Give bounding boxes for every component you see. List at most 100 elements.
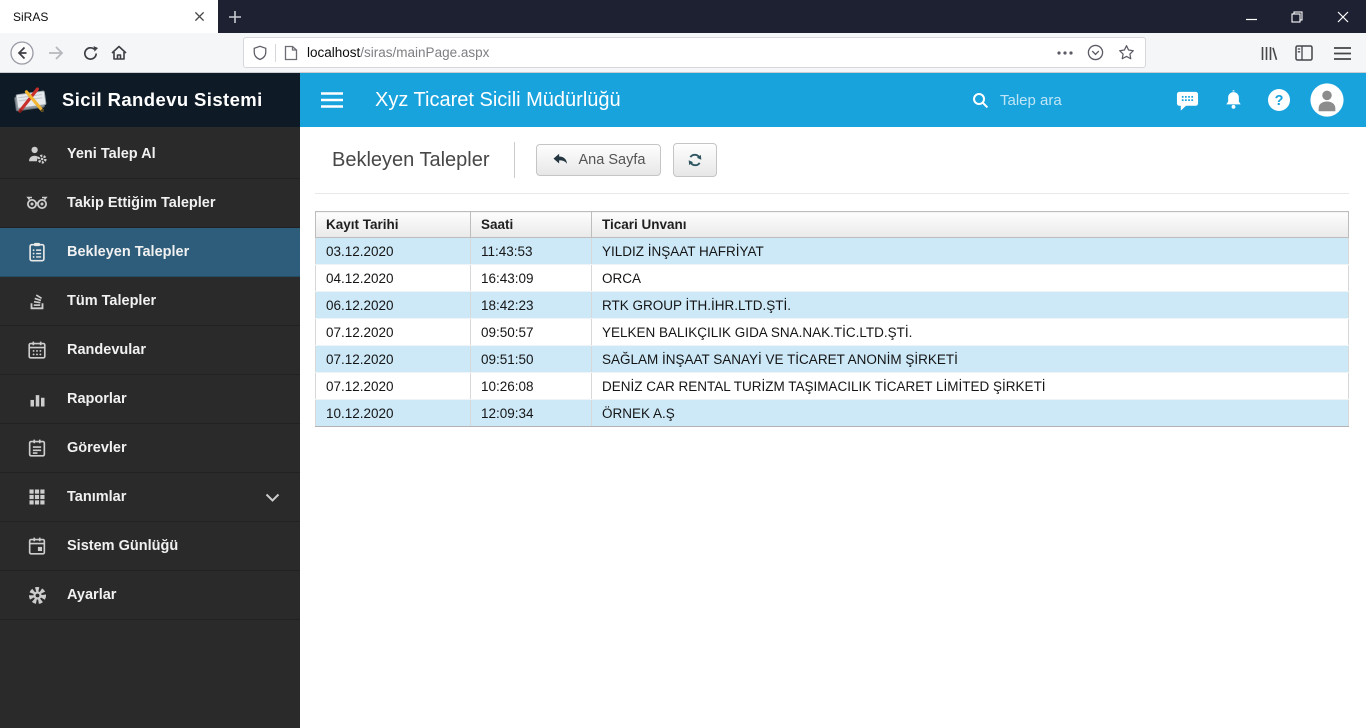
sidebar-item-tanimlar[interactable]: Tanımlar [0,473,300,522]
table-row[interactable]: 03.12.2020 11:43:53 YILDIZ İNŞAAT HAFRİY… [315,237,1349,265]
cell-company: RTK GROUP İTH.İHR.LTD.ŞTİ. [591,291,1349,319]
svg-text:?: ? [1275,93,1284,109]
binoculars-icon [25,191,49,215]
sidebar-item-label: Raporlar [67,391,127,407]
app-header: Xyz Ticaret Sicili Müdürlüğü ? [300,73,1366,127]
page-info-icon[interactable] [284,45,298,61]
cell-company: YILDIZ İNŞAAT HAFRİYAT [591,237,1349,265]
menu-hamburger-icon[interactable] [1326,37,1358,69]
library-icon[interactable] [1253,37,1285,69]
firefox-window: SiRAS localhost/siras/mainPage.aspx Sici… [0,0,1366,728]
reply-arrow-icon [553,153,567,164]
bar-chart-icon [25,387,49,411]
user-add-icon [25,142,49,166]
brand-title: Sicil Randevu Sistemi [62,89,263,110]
search-input[interactable] [1000,91,1130,109]
tab-title: SiRAS [13,9,49,24]
shield-icon[interactable] [252,45,268,61]
home-button[interactable] [103,37,135,69]
content-header: Bekleyen Talepler Ana Sayfa [315,127,1349,194]
table-row[interactable]: 10.12.2020 12:09:34 ÖRNEK A.Ş [315,399,1349,427]
calendar-icon [25,338,49,362]
sidebar-item-label: Bekleyen Talepler [67,244,190,260]
chevron-down-icon [265,493,280,502]
column-header-kayit-tarihi[interactable]: Kayıt Tarihi [315,211,471,238]
bookmark-star-icon[interactable] [1118,44,1135,61]
cell-time: 11:43:53 [470,237,592,265]
notepad-pencil-logo-icon [14,87,47,113]
app-logo: Sicil Randevu Sistemi [0,73,300,127]
content-area: Bekleyen Talepler Ana Sayfa Kayıt Tarihi… [300,127,1366,728]
search-box [971,91,1130,110]
grid-icon [25,485,49,509]
sidebar-item-tum-talepler[interactable]: Tüm Talepler [0,277,300,326]
cell-company: ORCA [591,264,1349,292]
cell-company: YELKEN BALIKÇILIK GIDA SNA.NAK.TİC.LTD.Ş… [591,318,1349,346]
minimize-button[interactable] [1228,0,1274,33]
search-icon[interactable] [971,91,990,110]
sidebar-item-raporlar[interactable]: Raporlar [0,375,300,424]
sidebar-menu: Yeni Talep Al Takip Ettiğim Talepler Bek… [0,127,300,620]
cell-date: 10.12.2020 [315,399,471,427]
page-actions-icon[interactable] [1057,50,1073,55]
pending-requests-table: Kayıt Tarihi Saati Ticari Unvanı 03.12.2… [315,211,1349,427]
sidebar-item-yeni-talep-al[interactable]: Yeni Talep Al [0,130,300,179]
sidebar-item-label: Tanımlar [67,489,127,505]
tasks-icon [25,436,49,460]
table-row[interactable]: 04.12.2020 16:43:09 ORCA [315,264,1349,292]
cell-company: SAĞLAM İNŞAAT SANAYİ VE TİCARET ANONİM Ş… [591,345,1349,373]
new-tab-button[interactable] [218,0,252,33]
refresh-icon [689,153,702,167]
home-page-button[interactable]: Ana Sayfa [535,144,662,176]
sidebar-item-takip-ettigim-talepler[interactable]: Takip Ettiğim Talepler [0,179,300,228]
sidebar-item-label: Görevler [67,440,127,456]
restore-button[interactable] [1274,0,1320,33]
sidebar-item-gorevler[interactable]: Görevler [0,424,300,473]
table-row[interactable]: 07.12.2020 10:26:08 DENİZ CAR RENTAL TUR… [315,372,1349,400]
window-controls [1228,0,1366,33]
sidebar-item-label: Yeni Talep Al [67,146,156,162]
refresh-button[interactable] [673,143,718,177]
gear-icon [25,583,49,607]
forward-button[interactable] [40,37,72,69]
cell-date: 07.12.2020 [315,318,471,346]
sidebar-item-label: Takip Ettiğim Talepler [67,195,216,211]
cell-time: 09:51:50 [470,345,592,373]
column-header-ticari-unvani[interactable]: Ticari Unvanı [591,211,1349,238]
pending-requests-table-wrap: Kayıt Tarihi Saati Ticari Unvanı 03.12.2… [315,211,1349,427]
pocket-icon[interactable] [1087,44,1104,61]
browser-tab[interactable]: SiRAS [0,0,218,33]
sidebar-item-randevular[interactable]: Randevular [0,326,300,375]
sidebar-item-ayarlar[interactable]: Ayarlar [0,571,300,620]
sidebar-item-sistem-gunlugu[interactable]: Sistem Günlüğü [0,522,300,571]
user-avatar[interactable] [1310,83,1344,117]
cell-time: 16:43:09 [470,264,592,292]
tab-close-icon[interactable] [189,7,209,27]
cell-date: 07.12.2020 [315,372,471,400]
table-row[interactable]: 07.12.2020 09:50:57 YELKEN BALIKÇILIK GI… [315,318,1349,346]
notifications-bell-icon[interactable] [1216,83,1250,117]
close-button[interactable] [1320,0,1366,33]
table-row[interactable]: 07.12.2020 09:51:50 SAĞLAM İNŞAAT SANAYİ… [315,345,1349,373]
sidebar-item-bekleyen-talepler[interactable]: Bekleyen Talepler [0,228,300,277]
table-row[interactable]: 06.12.2020 18:42:23 RTK GROUP İTH.İHR.LT… [315,291,1349,319]
sidebar-toggle-icon[interactable] [1288,37,1320,69]
column-header-saati[interactable]: Saati [470,211,592,238]
cell-date: 07.12.2020 [315,345,471,373]
browser-toolbar: localhost/siras/mainPage.aspx [0,33,1366,73]
browser-titlebar: SiRAS [0,0,1366,33]
help-icon[interactable]: ? [1262,83,1296,117]
stack-icon [25,289,49,313]
sidebar-item-label: Sistem Günlüğü [67,538,179,554]
reload-button[interactable] [74,37,106,69]
url-bar[interactable]: localhost/siras/mainPage.aspx [243,37,1146,68]
cell-time: 18:42:23 [470,291,592,319]
url-path: /siras/mainPage.aspx [360,45,490,60]
url-host: localhost [307,45,361,60]
cell-time: 12:09:34 [470,399,592,427]
messages-icon[interactable] [1170,83,1204,117]
page-title: Bekleyen Talepler [332,148,490,171]
table-header-row: Kayıt Tarihi Saati Ticari Unvanı [315,211,1349,238]
sidebar-collapse-icon[interactable] [315,86,349,114]
back-button[interactable] [6,37,38,69]
